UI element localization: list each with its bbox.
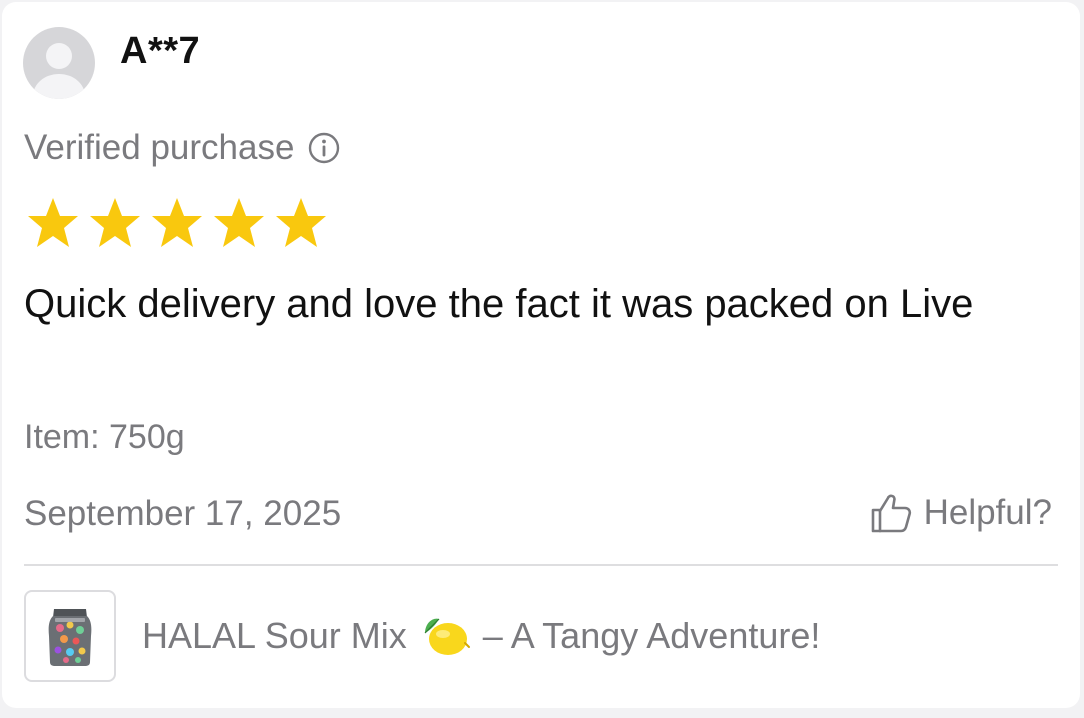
divider [24, 564, 1058, 566]
product-title-end: – A Tangy Adventure! [482, 615, 821, 656]
product-title-start: HALAL Sour Mix [142, 615, 407, 656]
helpful-label: Helpful? [923, 493, 1052, 532]
thumbs-up-icon [868, 490, 914, 536]
review-text: Quick delivery and love the fact it was … [24, 282, 974, 326]
lemon-emoji-icon [419, 613, 471, 659]
item-variant: Item: 750g [24, 418, 185, 456]
verified-purchase-label: Verified purchase [24, 128, 295, 167]
product-link[interactable]: HALAL Sour Mix – A Tangy Adventure! [24, 590, 820, 682]
candy-bag-image [48, 609, 92, 666]
star-icon [84, 195, 146, 251]
product-thumbnail[interactable] [24, 590, 116, 682]
default-avatar-icon [23, 27, 95, 99]
star-icon [270, 195, 332, 251]
star-icon [146, 195, 208, 251]
product-title[interactable]: HALAL Sour Mix – A Tangy Adventure! [142, 613, 820, 659]
review-card: A**7 Verified purchase Quick delivery an… [2, 2, 1080, 708]
star-rating [22, 195, 332, 251]
helpful-button[interactable]: Helpful? [868, 490, 1052, 536]
info-icon[interactable] [308, 132, 340, 164]
star-icon [208, 195, 270, 251]
reviewer-name: A**7 [120, 30, 201, 72]
verified-purchase-row: Verified purchase [24, 128, 340, 168]
review-date: September 17, 2025 [24, 494, 342, 533]
star-icon [22, 195, 84, 251]
